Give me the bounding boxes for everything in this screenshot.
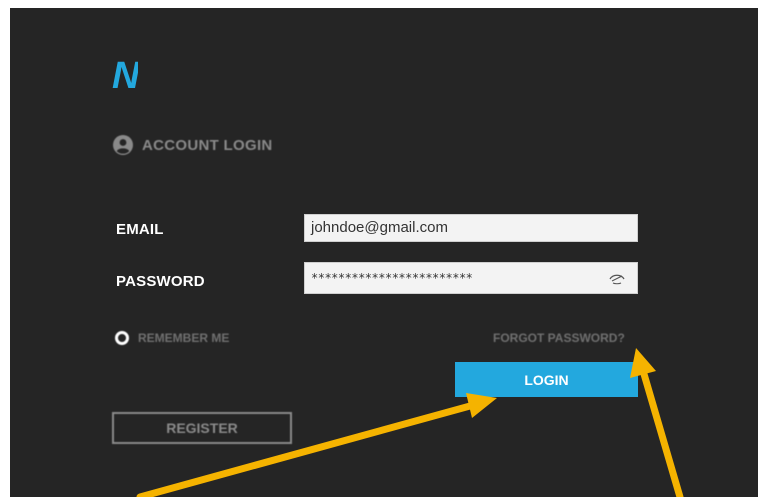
register-button[interactable]: REGISTER <box>112 412 292 444</box>
email-label: EMAIL <box>116 221 164 238</box>
user-circle-icon <box>113 135 133 155</box>
eye-icon[interactable] <box>609 272 625 286</box>
remember-me-radio[interactable] <box>115 331 129 345</box>
forgot-password-link[interactable]: FORGOT PASSWORD? <box>493 331 625 345</box>
password-field[interactable]: ************************ <box>304 262 638 294</box>
login-button[interactable]: LOGIN <box>455 362 638 397</box>
email-field[interactable]: johndoe@gmail.com <box>304 214 638 242</box>
brand-logo: N <box>112 55 138 97</box>
password-label: PASSWORD <box>116 273 205 290</box>
account-login-header: ACCOUNT LOGIN <box>113 132 273 158</box>
page-title: ACCOUNT LOGIN <box>142 136 273 154</box>
remember-me-label: REMEMBER ME <box>138 331 230 345</box>
password-value: ************************ <box>311 271 473 285</box>
svg-text:N: N <box>112 55 138 97</box>
remember-me-toggle[interactable]: REMEMBER ME <box>115 331 229 345</box>
